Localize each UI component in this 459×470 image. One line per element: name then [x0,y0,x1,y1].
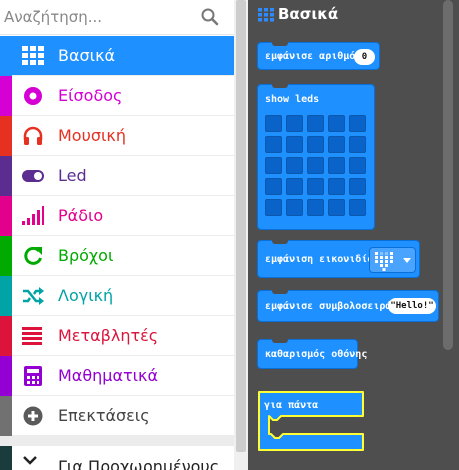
led-cell[interactable] [328,136,345,153]
category-extensions[interactable]: Επεκτάσεις [0,396,234,436]
show-string-block[interactable]: εμφάνισε συμβολοσειρά "Hello!" [257,290,439,322]
toggle-icon [22,170,44,182]
category-label: Βασικά [58,46,116,65]
led-cell[interactable] [349,157,366,174]
led-cell[interactable] [265,157,282,174]
chevron-down-icon [23,456,37,465]
category-label: Led [58,166,87,185]
search-box[interactable]: Αναζήτηση... [0,0,234,35]
search-input[interactable]: Αναζήτηση... [4,8,102,26]
block-label: εμφάνισε αριθμό [265,51,356,62]
category-stripe [0,446,12,470]
number-input[interactable]: 0 [354,49,375,65]
calculator-icon [24,366,42,386]
led-cell[interactable] [265,115,282,132]
led-cell[interactable] [307,136,324,153]
category-label: Μουσική [58,126,126,145]
grid-icon [22,46,44,65]
category-basic[interactable]: Βασικά [0,36,234,76]
led-cell[interactable] [328,199,345,216]
category-stripe [0,116,12,156]
signal-bars-icon [22,206,44,225]
category-label: Λογική [58,286,114,305]
led-cell[interactable] [265,178,282,195]
led-cell[interactable] [265,199,282,216]
icon-dropdown[interactable] [369,247,416,273]
category-label: Μεταβλητές [58,326,159,345]
led-cell[interactable] [307,199,324,216]
category-label: Ράδιο [58,206,104,225]
show-icon-block[interactable]: εμφάνιση εικονιδίου [257,240,420,278]
clear-screen-block[interactable]: καθαρισμός οθόνης [257,339,367,369]
led-cell[interactable] [307,178,324,195]
category-stripe [0,316,12,356]
divider [0,436,234,446]
block-label: εμφάνιση εικονιδίου [265,254,380,265]
led-cell[interactable] [265,136,282,153]
category-variables[interactable]: Μεταβλητές [0,316,234,356]
category-label: Επεκτάσεις [58,406,150,425]
led-cell[interactable] [286,178,303,195]
search-icon[interactable] [201,8,219,26]
led-cell[interactable] [349,178,366,195]
led-cell[interactable] [349,115,366,132]
category-radio[interactable]: Ράδιο [0,196,234,236]
scrollbar-thumb[interactable] [236,0,246,452]
led-cell[interactable] [328,178,345,195]
category-led[interactable]: Led [0,156,234,196]
led-cell[interactable] [328,115,345,132]
grid-icon [258,8,274,22]
category-loops[interactable]: Βρόχοι [0,236,234,276]
refresh-icon [24,246,42,265]
led-cell[interactable] [349,199,366,216]
flyout-scrollbar[interactable] [443,0,453,350]
dropdown-arrow-icon [403,258,411,263]
led-cell[interactable] [307,115,324,132]
plus-circle-icon [23,406,43,426]
category-stripe [0,156,12,196]
block-label: εμφάνισε συμβολοσειρά [265,301,392,312]
category-label: Μαθηματικά [58,366,159,385]
led-cell[interactable] [286,136,303,153]
block-label: show leds [265,94,320,105]
show-leds-block[interactable]: show leds [257,84,375,230]
toolbox-scrollbar[interactable] [234,0,248,470]
led-cell[interactable] [286,115,303,132]
headphones-icon [23,126,43,145]
block-flyout: Βασικά εμφάνισε αριθμό 0 show leds εμφάν… [248,0,459,470]
toolbox: Αναζήτηση... Βασικά Είσοδος Μουσική Led … [0,0,234,470]
category-stripe [0,36,12,76]
flyout-title-text: Βασικά [278,5,339,23]
string-input[interactable]: "Hello!" [388,298,436,314]
shuffle-icon [23,287,44,305]
category-label: Βρόχοι [58,246,114,265]
heart-icon [375,252,393,271]
advanced-toggle[interactable]: Για Προχωρημένους [0,446,234,470]
category-label: Είσοδος [58,86,123,105]
category-logic[interactable]: Λογική [0,276,234,316]
radio-button-icon [24,87,42,105]
category-stripe [0,76,12,116]
category-stripe [0,276,12,316]
list-lines-icon [22,327,42,345]
category-stripe [0,236,12,276]
led-cell[interactable] [349,136,366,153]
forever-block[interactable]: για πάντα [257,390,367,460]
block-label: καθαρισμός οθόνης [265,349,368,360]
category-music[interactable]: Μουσική [0,116,234,156]
category-stripe [0,356,12,396]
category-input[interactable]: Είσοδος [0,76,234,116]
category-stripe [0,196,12,236]
category-stripe [0,396,12,436]
led-cell[interactable] [328,157,345,174]
category-math[interactable]: Μαθηματικά [0,356,234,396]
led-matrix[interactable] [265,115,371,221]
show-number-block[interactable]: εμφάνισε αριθμό 0 [257,42,380,70]
block-label: για πάντα [264,400,319,411]
advanced-label: Για Προχωρημένους [58,457,220,470]
led-cell[interactable] [307,157,324,174]
led-cell[interactable] [286,199,303,216]
led-cell[interactable] [286,157,303,174]
